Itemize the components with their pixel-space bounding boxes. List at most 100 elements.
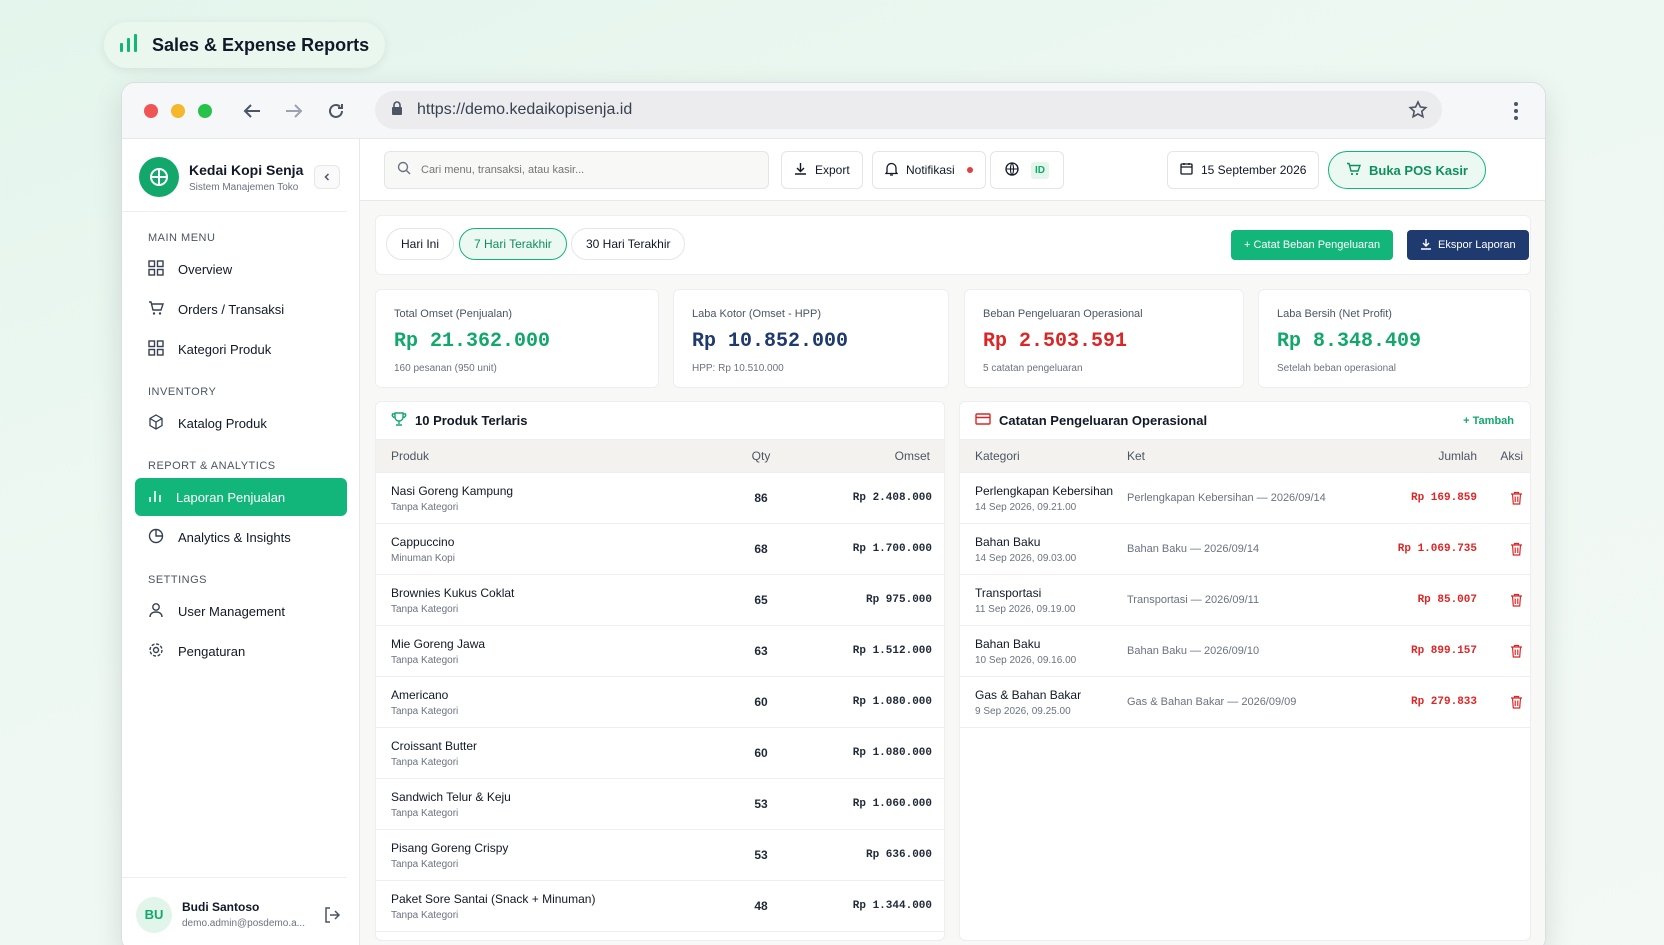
search-icon bbox=[397, 161, 411, 180]
product-category: Tanpa Kategori bbox=[391, 909, 459, 921]
product-name: Sandwich Telur & Keju bbox=[391, 789, 511, 804]
store-name: Kedai Kopi Senja bbox=[189, 161, 304, 178]
bar-chart-icon bbox=[118, 32, 140, 59]
table-header: Produk Qty Omset bbox=[376, 440, 944, 473]
cart-icon bbox=[148, 300, 164, 319]
kpi-value: Rp 10.852.000 bbox=[692, 330, 849, 353]
export-button[interactable]: Export bbox=[781, 151, 863, 189]
table-row[interactable]: Sandwich Telur & Keju Tanpa Kategori 53 Rp … bbox=[376, 779, 944, 830]
close-window-button[interactable] bbox=[144, 103, 158, 118]
product-name: Paket Sore Santai (Snack + Minuman) bbox=[391, 891, 596, 906]
delete-expense-button[interactable] bbox=[1477, 644, 1523, 658]
expense-amount: Rp 899.157 bbox=[1410, 645, 1477, 657]
product-qty: 53 bbox=[754, 848, 768, 862]
minimize-window-button[interactable] bbox=[171, 103, 185, 118]
product-category: Tanpa Kategori bbox=[391, 705, 459, 717]
table-row[interactable]: Croissant Butter Tanpa Kategori 60 Rp 1.080… bbox=[376, 728, 944, 779]
user-icon bbox=[148, 602, 164, 621]
expense-time: 9 Sep 2026, 09.25.00 bbox=[975, 705, 1071, 717]
browser-chrome: https://demo.kedaikopisenja.id bbox=[122, 83, 1545, 139]
product-cell: Croissant Butter Tanpa Kategori bbox=[376, 739, 726, 768]
col-jumlah: Jumlah bbox=[1438, 449, 1477, 463]
expense-amount: Rp 279.833 bbox=[1410, 696, 1477, 708]
expense-category-cell: Perlengkapan Kebersihan 14 Sep 2026, 09.2… bbox=[960, 484, 1127, 513]
star-icon[interactable] bbox=[1408, 100, 1428, 125]
sidebar-item-user-management[interactable]: User Management bbox=[135, 592, 347, 630]
url-text: https://demo.kedaikopisenja.id bbox=[417, 101, 633, 118]
table-row[interactable]: Paket Sore Santai (Snack + Minuman) Tanpa… bbox=[376, 881, 944, 932]
product-qty: 48 bbox=[754, 899, 768, 913]
product-name: Pisang Goreng Crispy bbox=[391, 840, 509, 855]
language-button[interactable]: ID bbox=[990, 151, 1064, 189]
add-expense-button[interactable]: + Catat Beban Pengeluaran bbox=[1231, 230, 1394, 260]
table-row[interactable]: Brownies Kukus Coklat Tanpa Kategori 65 Rp … bbox=[376, 575, 944, 626]
forward-arrow-icon[interactable] bbox=[284, 101, 304, 121]
expense-time: 10 Sep 2026, 09.16.00 bbox=[975, 654, 1077, 666]
sidebar-item-label: Kategori Produk bbox=[178, 341, 272, 357]
sidebar-item-analytics-insights[interactable]: Analytics & Insights bbox=[135, 518, 347, 556]
grid-icon bbox=[148, 259, 164, 279]
expense-time: 14 Sep 2026, 09.03.00 bbox=[975, 552, 1077, 564]
table-row[interactable]: Pisang Goreng Crispy Tanpa Kategori 53 Rp 6… bbox=[376, 830, 944, 881]
sidebar-item-label: Overview bbox=[178, 261, 233, 277]
store-subtitle: Sistem Manajemen Toko bbox=[189, 181, 299, 193]
filter-chip-7-hari[interactable]: 7 Hari Terakhir bbox=[459, 228, 567, 260]
delete-expense-button[interactable] bbox=[1477, 491, 1523, 505]
address-bar[interactable]: https://demo.kedaikopisenja.id bbox=[375, 91, 1442, 129]
table-row[interactable]: Mie Goreng Jawa Tanpa Kategori 63 Rp 1.512.… bbox=[376, 626, 944, 677]
sidebar-item-orders[interactable]: Orders / Transaksi bbox=[135, 290, 347, 328]
kpi-sub: 160 pesanan (950 unit) bbox=[394, 363, 497, 374]
product-omset: Rp 2.408.000 bbox=[852, 492, 932, 504]
box-icon bbox=[148, 413, 164, 433]
sidebar-item-pengaturan[interactable]: Pengaturan bbox=[135, 632, 347, 670]
trash-icon bbox=[1511, 491, 1522, 505]
product-name: Nasi Goreng Kampung bbox=[391, 483, 514, 498]
collapse-sidebar-button[interactable] bbox=[314, 165, 340, 189]
table-row[interactable]: Cappuccino Minuman Kopi 68 Rp 1.700.000 bbox=[376, 524, 944, 575]
language-code: ID bbox=[1031, 161, 1049, 179]
export-report-button[interactable]: Ekspor Laporan bbox=[1407, 230, 1529, 260]
sidebar-item-label: Katalog Produk bbox=[178, 415, 267, 431]
search-box[interactable] bbox=[384, 151, 769, 189]
sidebar-item-kategori-produk[interactable]: Kategori Produk bbox=[135, 330, 347, 368]
expense-amount: Rp 85.007 bbox=[1417, 594, 1477, 606]
products-table-body: Nasi Goreng Kampung Tanpa Kategori 86 Rp 2.… bbox=[376, 473, 944, 932]
bell-icon bbox=[884, 162, 899, 179]
table-row: Gas & Bahan Bakar 9 Sep 2026, 09.25.00 Gas… bbox=[960, 677, 1530, 728]
browser-window: https://demo.kedaikopisenja.id Kedai Kop… bbox=[121, 82, 1546, 945]
product-qty: 60 bbox=[754, 746, 768, 760]
table-row[interactable]: Americano Tanpa Kategori 60 Rp 1.080.000 bbox=[376, 677, 944, 728]
sidebar-item-overview[interactable]: Overview bbox=[135, 250, 347, 288]
delete-expense-button[interactable] bbox=[1477, 593, 1523, 607]
date-picker[interactable]: 15 September 2026 bbox=[1167, 151, 1320, 189]
open-pos-button[interactable]: Buka POS Kasir bbox=[1328, 151, 1486, 189]
store-logo-icon bbox=[139, 157, 179, 197]
add-expense-link[interactable]: + Tambah bbox=[1463, 415, 1514, 427]
product-cell: Brownies Kukus Coklat Tanpa Kategori bbox=[376, 586, 726, 615]
reload-icon[interactable] bbox=[326, 101, 346, 121]
product-qty: 86 bbox=[754, 491, 768, 505]
search-input[interactable] bbox=[421, 164, 741, 176]
delete-expense-button[interactable] bbox=[1477, 695, 1523, 709]
filter-chip-hari-ini[interactable]: Hari Ini bbox=[386, 228, 455, 260]
expenses-table-body: Perlengkapan Kebersihan 14 Sep 2026, 09.2… bbox=[960, 473, 1530, 728]
kpi-label: Total Omset (Penjualan) bbox=[394, 308, 512, 320]
delete-expense-button[interactable] bbox=[1477, 542, 1523, 556]
kpi-label: Laba Bersih (Net Profit) bbox=[1277, 308, 1392, 320]
user-name: Budi Santoso bbox=[182, 900, 260, 914]
avatar: BU bbox=[136, 896, 172, 933]
top-products-panel: 10 Produk Terlaris Produk Qty Omset Nasi… bbox=[375, 401, 945, 941]
maximize-window-button[interactable] bbox=[198, 103, 212, 118]
menu-dots-icon[interactable] bbox=[1513, 101, 1519, 126]
notification-button[interactable]: Notifikasi bbox=[872, 151, 986, 189]
sidebar-item-katalog-produk[interactable]: Katalog Produk bbox=[135, 404, 347, 442]
product-qty: 53 bbox=[754, 797, 768, 811]
back-arrow-icon[interactable] bbox=[242, 101, 262, 121]
section-main-menu: MAIN MENU bbox=[148, 232, 216, 244]
logout-icon[interactable] bbox=[323, 906, 341, 929]
table-row[interactable]: Nasi Goreng Kampung Tanpa Kategori 86 Rp 2.… bbox=[376, 473, 944, 524]
sidebar-item-laporan-penjualan[interactable]: Laporan Penjualan bbox=[135, 478, 347, 516]
expense-category: Bahan Baku bbox=[975, 534, 1041, 549]
product-category: Tanpa Kategori bbox=[391, 756, 459, 768]
filter-chip-30-hari[interactable]: 30 Hari Terakhir bbox=[571, 228, 686, 260]
